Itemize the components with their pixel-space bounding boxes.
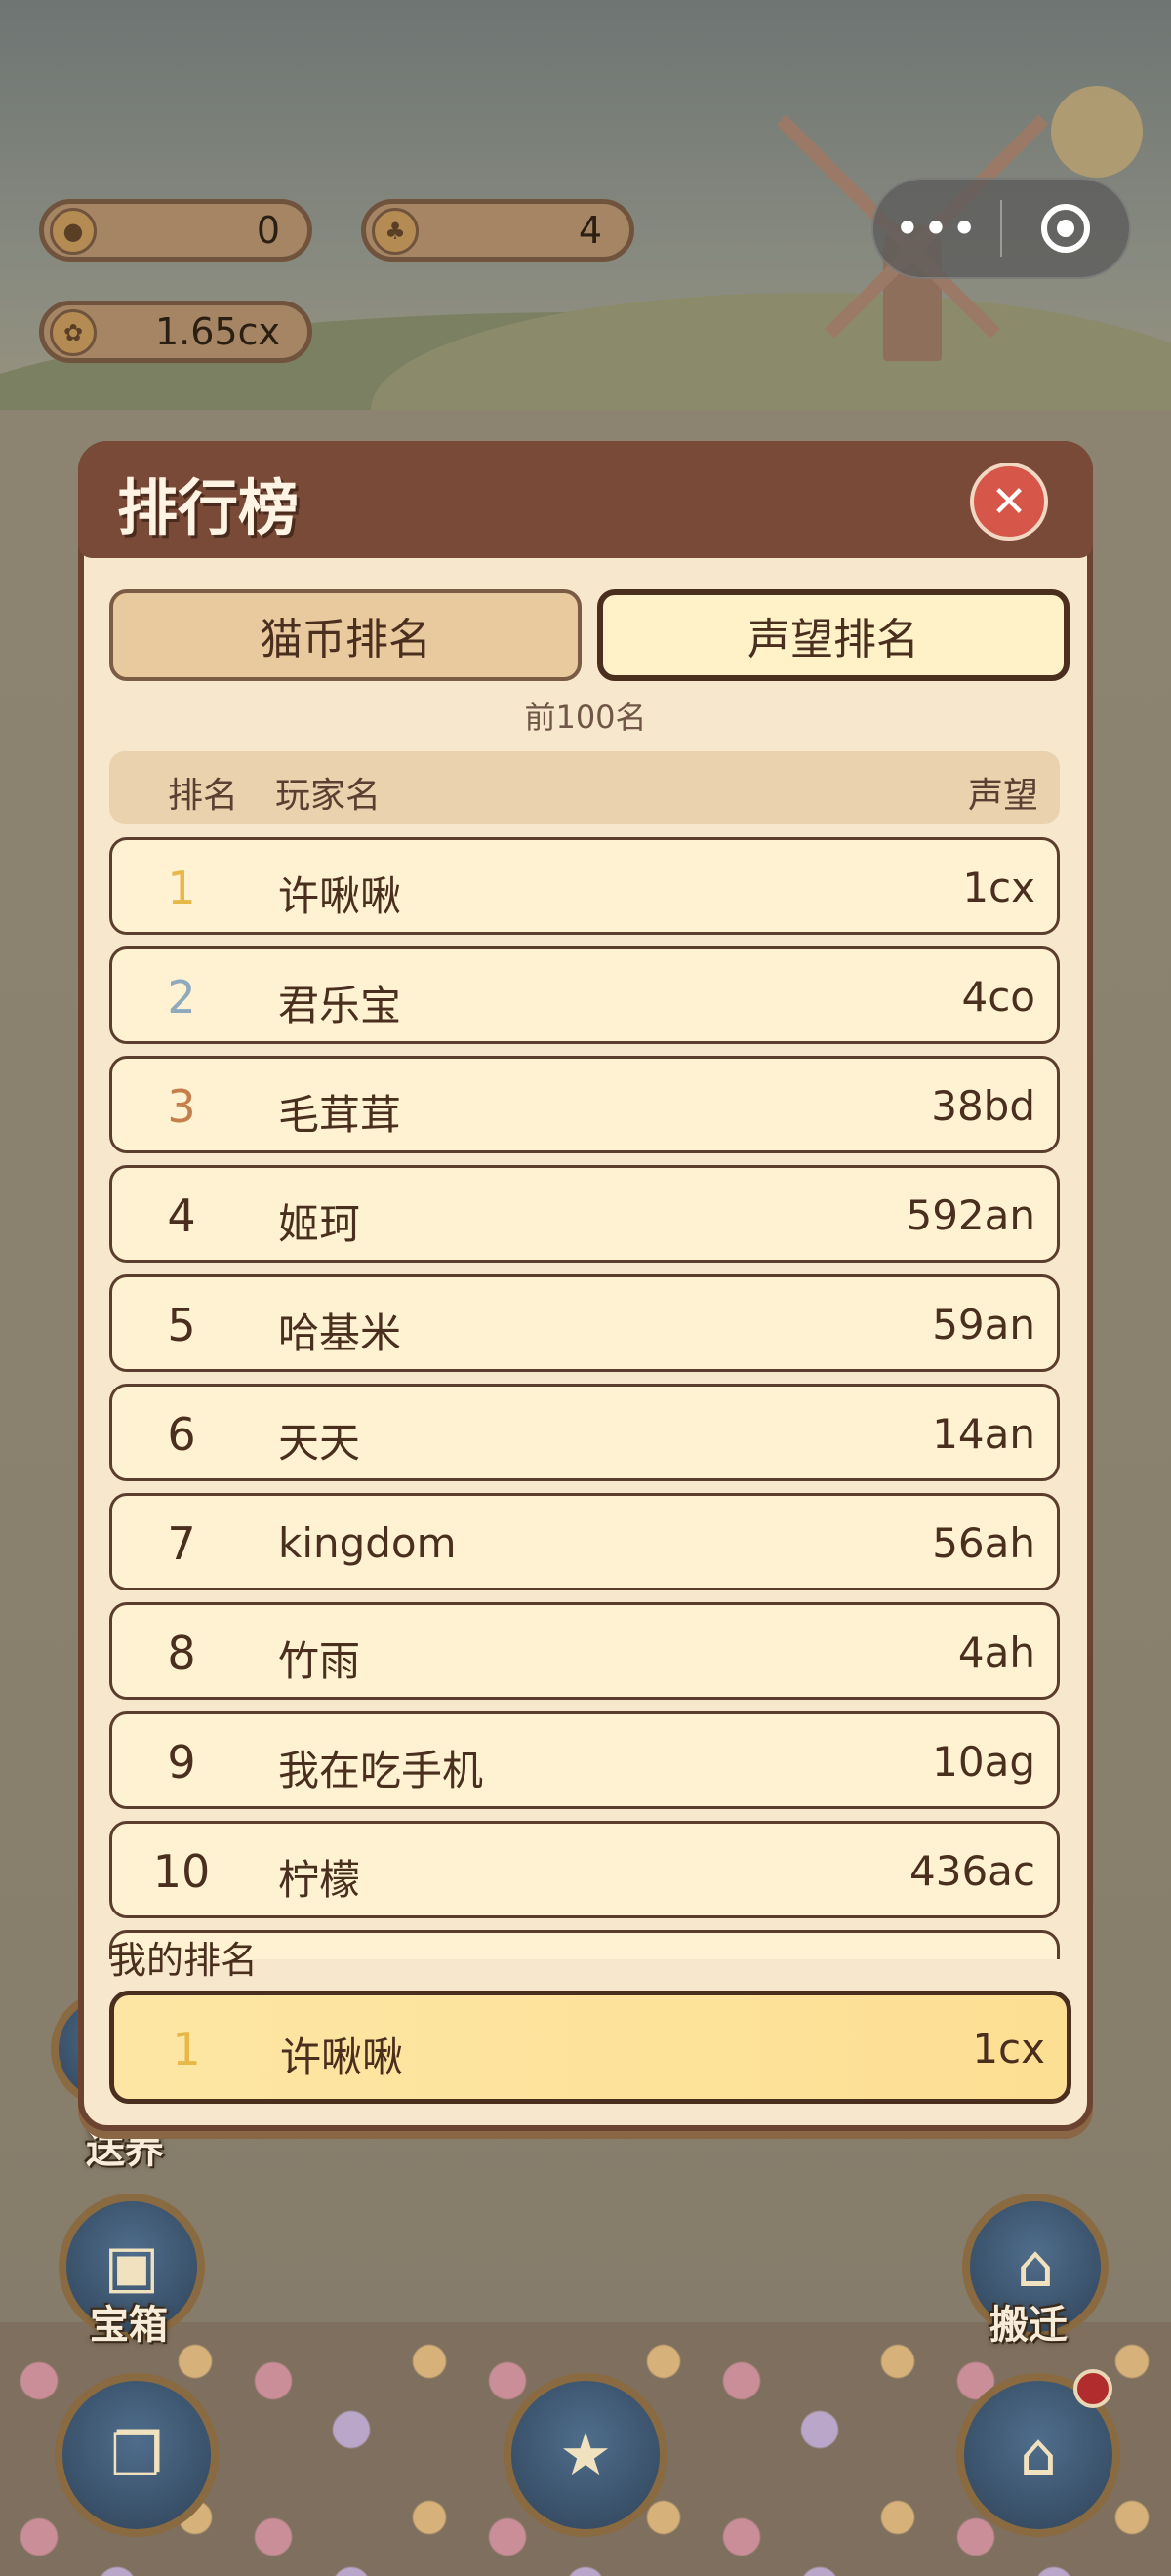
relocate-label: 搬迁 <box>989 2303 1068 2348</box>
ranking-row: 4 姬珂 592an <box>109 1165 1060 1263</box>
ranking-row: 7 kingdom 56ah <box>109 1493 1060 1590</box>
player-name: 君乐宝 <box>278 982 402 1029</box>
laurel-icon: ✿ <box>50 309 97 356</box>
tab-coin-ranking[interactable]: 猫币排名 <box>109 589 582 681</box>
leaderboard-title: 排行榜 <box>117 472 300 543</box>
mini-program-capsule: ••• <box>871 178 1131 279</box>
coin-counter: ● 0 <box>39 199 312 262</box>
rank-number: 6 <box>167 1408 196 1461</box>
player-name: 竹雨 <box>278 1637 361 1685</box>
rank-number: 3 <box>167 1080 196 1133</box>
player-name: 我在吃手机 <box>278 1747 484 1794</box>
column-score: 声望 <box>967 776 1038 816</box>
close-button[interactable]: ✕ <box>970 463 1048 541</box>
rank-number: 7 <box>167 1517 196 1570</box>
list-header: 排名 玩家名 声望 <box>109 751 1060 824</box>
fame-score: 592an <box>906 1191 1035 1239</box>
rank-number: 4 <box>167 1189 196 1242</box>
fame-score: 10ag <box>932 1738 1035 1786</box>
player-name: 柠檬 <box>278 1856 361 1904</box>
player-name: 姬珂 <box>278 1200 361 1248</box>
fame-score: 59an <box>932 1301 1035 1348</box>
close-program-button[interactable] <box>1002 204 1129 253</box>
multiplier-counter: ✿ 1.65cx <box>39 301 312 363</box>
ranking-row: 6 天天 14an <box>109 1384 1060 1481</box>
player-name: 哈基米 <box>278 1309 402 1357</box>
rank-number: 2 <box>167 971 196 1024</box>
upgrade-star-icon: ★ <box>559 2421 612 2489</box>
leaderboard-panel: 排行榜 ✕ 猫币排名 声望排名 前100名 排名 玩家名 声望 1 许啾啾 1c… <box>78 441 1093 2131</box>
cat-coin-icon: ● <box>50 208 97 255</box>
ranking-row: 1 许啾啾 1cx <box>109 837 1060 935</box>
grass-icon: ♣ <box>372 208 419 255</box>
fame-score: 1cx <box>962 864 1035 911</box>
my-rank-row: 1 许啾啾 1cx <box>109 1991 1071 2104</box>
fame-score: 4ah <box>957 1629 1035 1676</box>
ranking-row: 5 哈基米 59an <box>109 1274 1060 1372</box>
fame-score: 56ah <box>932 1519 1035 1567</box>
fame-score: 14an <box>932 1410 1035 1458</box>
ranking-row: 3 毛茸茸 38bd <box>109 1056 1060 1153</box>
top-100-caption: 前100名 <box>524 699 647 736</box>
my-rank-number: 1 <box>172 2023 201 2075</box>
ranking-row: 8 竹雨 4ah <box>109 1602 1060 1700</box>
grass-counter: ♣ 4 <box>361 199 634 262</box>
player-name: 天天 <box>278 1419 361 1467</box>
ranking-row: 10 柠檬 436ac <box>109 1821 1060 1918</box>
more-icon[interactable]: ••• <box>873 202 1000 255</box>
column-player: 玩家名 <box>275 776 382 816</box>
rank-number: 9 <box>167 1736 196 1789</box>
rank-number: 8 <box>167 1627 196 1679</box>
rank-number: 1 <box>167 862 196 914</box>
ranking-row: 2 君乐宝 4co <box>109 946 1060 1044</box>
ranking-row: 9 我在吃手机 10ag <box>109 1711 1060 1809</box>
multiplier-value: 1.65cx <box>155 310 280 353</box>
target-icon <box>1041 204 1090 253</box>
coin-value: 0 <box>256 209 280 252</box>
player-name: 许啾啾 <box>278 872 402 920</box>
fame-score: 38bd <box>931 1082 1035 1130</box>
ranking-list[interactable]: 1 许啾啾 1cx 2 君乐宝 4co 3 毛茸茸 38bd 4 姬珂 592a… <box>84 837 1087 1959</box>
rank-number: 5 <box>167 1299 196 1351</box>
player-name: kingdom <box>278 1519 457 1567</box>
column-rank: 排名 <box>168 776 239 816</box>
leaderboard-header: 排行榜 ✕ <box>78 441 1093 558</box>
rank-number: 10 <box>152 1845 211 1898</box>
my-rank-label: 我的排名 <box>109 1939 259 1982</box>
shop-icon: ⌂ <box>1019 2421 1058 2489</box>
my-fame-score: 1cx <box>972 2025 1045 2073</box>
tab-fame-ranking[interactable]: 声望排名 <box>597 589 1070 681</box>
book-icon: ❐ <box>110 2421 163 2489</box>
close-icon: ✕ <box>990 476 1028 527</box>
grass-value: 4 <box>578 209 602 252</box>
sun <box>1051 86 1143 178</box>
fame-score: 4co <box>961 973 1035 1021</box>
player-name: 毛茸茸 <box>278 1091 402 1139</box>
fame-score: 436ac <box>909 1847 1035 1895</box>
treasure-chest-icon: ▣ <box>103 2233 160 2301</box>
chest-label: 宝箱 <box>90 2303 168 2348</box>
notification-dot <box>1073 2369 1112 2408</box>
upgrade-button[interactable]: ★ <box>504 2373 667 2537</box>
my-player-name: 许啾啾 <box>280 2033 404 2081</box>
house-icon: ⌂ <box>1016 2233 1055 2301</box>
guide-book-button[interactable]: ❐ <box>55 2373 219 2537</box>
